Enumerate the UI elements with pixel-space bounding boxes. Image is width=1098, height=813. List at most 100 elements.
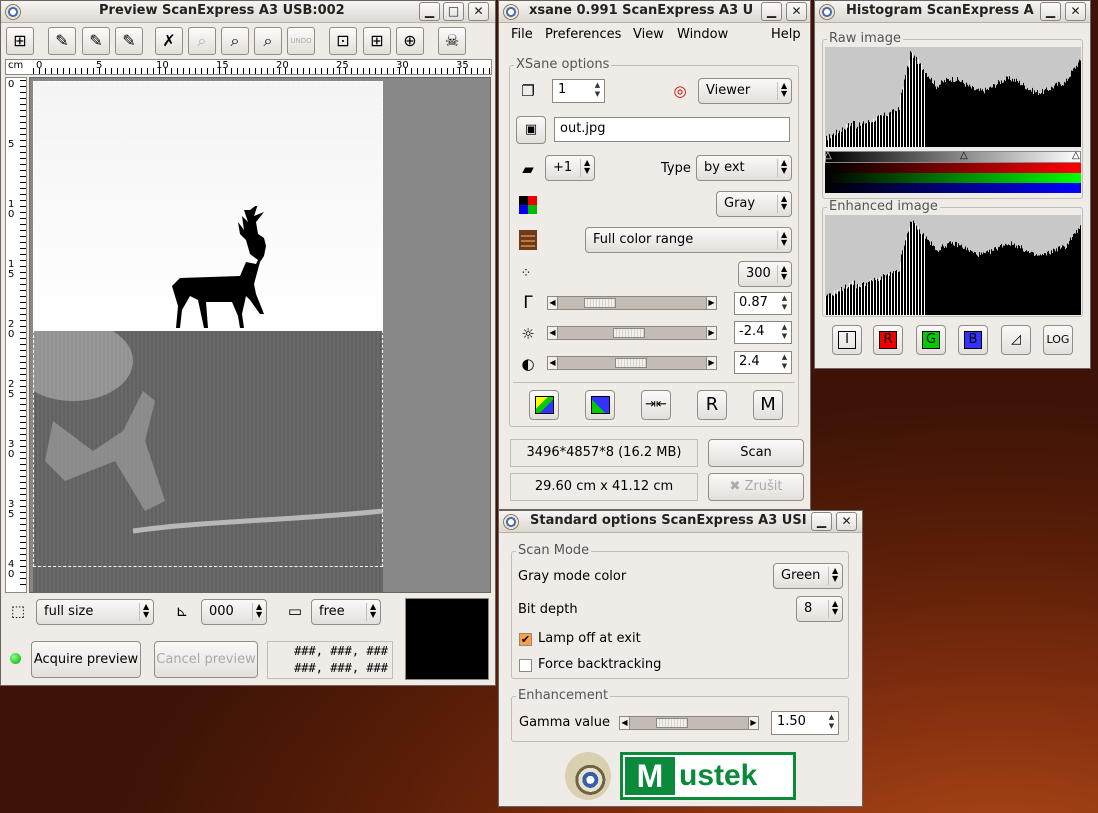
green-channel-button[interactable]: G: [916, 325, 946, 355]
close-icon[interactable]: ✕: [786, 2, 807, 21]
xsane-app-icon[interactable]: [503, 514, 519, 530]
auto-enhance-button[interactable]: [529, 390, 559, 420]
close-icon[interactable]: ✕: [1065, 2, 1086, 21]
slider-right-arrow-icon[interactable]: ▶: [748, 717, 758, 729]
scan-button[interactable]: Scan: [708, 439, 804, 467]
force-backtracking-label[interactable]: Force backtracking: [538, 657, 661, 672]
ratio-combo[interactable]: free ▲ ▼: [311, 599, 381, 625]
preview-image[interactable]: [29, 77, 491, 593]
spin-arrows-icon[interactable]: ▲ ▼: [779, 294, 790, 312]
force-backtracking-checkbox[interactable]: [519, 659, 532, 672]
color-range-combo[interactable]: Full color range ▲ ▼: [585, 227, 792, 253]
cancel-scan-button[interactable]: ✖ Zrušit: [708, 473, 804, 501]
slider-left-arrow-icon[interactable]: ◀: [548, 357, 558, 369]
color-mode-combo[interactable]: Gray ▲ ▼: [716, 191, 792, 217]
slider-right-arrow-icon[interactable]: ▶: [706, 297, 716, 309]
brightness-slider[interactable]: ◀ ▶: [547, 326, 717, 340]
type-combo[interactable]: by ext ▲ ▼: [696, 155, 792, 181]
full-area-icon[interactable]: ⊕: [396, 27, 424, 55]
pick-gray-eyedropper-icon[interactable]: ✎: [82, 27, 110, 55]
slider-right-arrow-icon[interactable]: ▶: [706, 327, 716, 339]
bit-depth-combo[interactable]: 8 ▲ ▼: [796, 596, 843, 622]
menu-preferences[interactable]: Preferences: [545, 27, 621, 42]
maximize-icon[interactable]: □: [443, 2, 464, 21]
spin-arrows-icon[interactable]: ▲ ▼: [592, 81, 603, 99]
cancel-preview-button[interactable]: Cancel preview: [154, 641, 258, 678]
standard-options-titlebar[interactable]: Standard options ScanExpress A3 USI ▁ ✕: [499, 511, 862, 533]
autoselect-icon[interactable]: ⊡: [329, 27, 357, 55]
gray-point-marker-icon[interactable]: △: [960, 150, 968, 161]
slider-left-arrow-icon[interactable]: ◀: [620, 717, 630, 729]
intensity-channel-button[interactable]: I: [832, 325, 862, 355]
target-combo[interactable]: Viewer ▲ ▼: [698, 78, 792, 104]
gamma-value-slider[interactable]: ◀ ▶: [619, 716, 759, 730]
default-enhance-button[interactable]: [585, 390, 615, 420]
acquire-preview-button[interactable]: Acquire preview: [31, 641, 141, 678]
menu-view[interactable]: View: [633, 27, 664, 42]
filename-browse-button[interactable]: ▣: [516, 116, 546, 144]
zoom-area-icon[interactable]: ⌕: [254, 27, 282, 55]
xsane-app-icon[interactable]: [819, 4, 835, 20]
resolution-combo[interactable]: 300 ▲ ▼: [738, 261, 792, 287]
blue-channel-button[interactable]: B: [958, 325, 988, 355]
minimize-icon[interactable]: ▁: [419, 2, 440, 21]
filename-step-combo[interactable]: +1 ▲ ▼: [545, 155, 595, 181]
gamma-spin[interactable]: 0.87 ▲ ▼: [734, 292, 792, 315]
menu-help[interactable]: Help: [771, 27, 801, 42]
spin-arrows-icon[interactable]: ▲ ▼: [826, 713, 837, 731]
histogram-titlebar[interactable]: Histogram ScanExpress A ▁ ✕: [815, 1, 1090, 23]
close-icon[interactable]: ✕: [836, 512, 857, 531]
zoom-undo-cross-icon[interactable]: ✗: [155, 27, 183, 55]
contrast-slider-thumb[interactable]: [615, 358, 647, 368]
delete-images-skull-icon[interactable]: ☠: [438, 27, 466, 55]
autoraise-icon[interactable]: ⊞: [363, 27, 391, 55]
xsane-titlebar[interactable]: xsane 0.991 ScanExpress A3 U ▁ ✕: [499, 1, 810, 23]
restore-enhance-button[interactable]: ⇥⇤: [641, 390, 671, 420]
slider-left-arrow-icon[interactable]: ◀: [548, 327, 558, 339]
menu-file[interactable]: File: [511, 27, 533, 42]
log-scale-button[interactable]: LOG: [1043, 325, 1073, 355]
gamma-slider[interactable]: ◀ ▶: [547, 296, 717, 310]
gray-mode-color-combo[interactable]: Green ▲ ▼: [773, 563, 843, 589]
red-channel-button[interactable]: R: [873, 325, 903, 355]
white-point-marker-icon[interactable]: △: [1072, 150, 1080, 161]
slider-left-arrow-icon[interactable]: ◀: [548, 297, 558, 309]
minimize-icon[interactable]: ▁: [761, 2, 782, 21]
menu-window[interactable]: Window: [677, 27, 728, 42]
contrast-slider[interactable]: ◀ ▶: [547, 356, 717, 370]
store-m-button[interactable]: M: [753, 390, 783, 420]
minimize-icon[interactable]: ▁: [811, 512, 832, 531]
brightness-spin[interactable]: -2.4 ▲ ▼: [734, 321, 792, 344]
lamp-off-checkbox[interactable]: ✔: [519, 633, 532, 646]
spin-arrows-icon[interactable]: ▲ ▼: [779, 353, 790, 371]
pick-white-eyedropper-icon[interactable]: ✎: [48, 27, 76, 55]
gamma-value-slider-thumb[interactable]: [656, 718, 688, 728]
select-area-icon[interactable]: ⊞: [6, 27, 34, 55]
minimize-icon[interactable]: ▁: [1040, 2, 1061, 21]
xsane-app-icon[interactable]: [503, 4, 519, 20]
gamma-slider-thumb[interactable]: [584, 298, 616, 308]
lamp-off-label[interactable]: Lamp off at exit: [538, 631, 641, 646]
contrast-spin[interactable]: 2.4 ▲ ▼: [734, 351, 792, 374]
spin-arrows-icon[interactable]: ▲ ▼: [779, 323, 790, 341]
pick-black-eyedropper-icon[interactable]: ✎: [115, 27, 143, 55]
undo-zoom-icon[interactable]: UNDO: [287, 27, 315, 55]
combo-arrows-icon: ▲ ▼: [777, 231, 787, 249]
lines-mode-button[interactable]: ◿: [1001, 325, 1031, 355]
close-icon[interactable]: ✕: [468, 2, 489, 21]
zoom-in-icon[interactable]: ⌕: [221, 27, 249, 55]
preview-titlebar[interactable]: Preview ScanExpress A3 USB:002 ▁ □ ✕: [1, 1, 495, 23]
rotation-combo[interactable]: 000 ▲ ▼: [201, 599, 267, 625]
size-combo[interactable]: full size ▲ ▼: [36, 599, 154, 625]
zoom-out-icon[interactable]: ⌕: [188, 27, 216, 55]
gradient-bar[interactable]: △ △ △: [824, 150, 1081, 163]
slider-right-arrow-icon[interactable]: ▶: [706, 357, 716, 369]
restore-r-button[interactable]: R: [697, 390, 727, 420]
xsane-app-icon[interactable]: [5, 4, 21, 20]
filename-input[interactable]: out.jpg: [554, 117, 790, 142]
brightness-slider-thumb[interactable]: [613, 328, 645, 338]
copies-spin[interactable]: 1 ▲ ▼: [552, 79, 605, 103]
black-point-marker-icon[interactable]: △: [824, 150, 832, 161]
gamma-value-spin[interactable]: 1.50 ▲ ▼: [771, 711, 839, 735]
selection-frame[interactable]: [33, 81, 383, 567]
